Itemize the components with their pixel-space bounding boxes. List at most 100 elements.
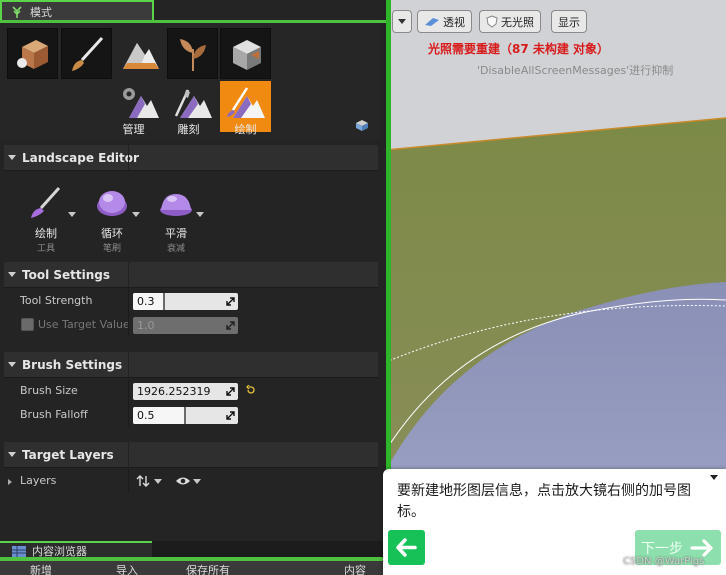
falloff-smooth[interactable]: 平滑 衰减 (150, 186, 202, 254)
circle-brush-icon (97, 191, 127, 216)
modes-panel: 模式 管理 雕刻 绘制 Landscape Editor 绘制 工具 循环 笔刷… (0, 0, 386, 575)
modes-tab[interactable]: 模式 (0, 0, 154, 22)
paint-tool-label: 绘制 (35, 227, 57, 240)
target-value-field[interactable]: 1.0 (133, 317, 238, 334)
mode-paint-label: 绘制 (234, 123, 257, 136)
paint-tool-icon (31, 186, 61, 218)
modes-tab-title: 模式 (30, 6, 52, 19)
brush-size-value: 1926.252319 (137, 385, 211, 398)
arrow-left-icon (396, 538, 417, 557)
landscape-paint-icon (227, 87, 265, 118)
collapse-arrow-icon (8, 155, 16, 160)
shield-icon (486, 15, 498, 28)
paint-tool-dropdown-icon[interactable] (68, 212, 76, 217)
perspective-label: 透视 (443, 15, 465, 29)
circle-brush-label: 循环 (101, 227, 123, 240)
brush-falloff-row: Brush Falloff 0.5 (4, 403, 378, 427)
place-actor-button[interactable] (7, 28, 58, 79)
viewport-options-button[interactable] (392, 10, 412, 33)
brush-type-circle[interactable]: 循环 笔刷 (86, 186, 138, 254)
landscape-mode-button[interactable] (114, 28, 165, 79)
landscape-sculpt-icon (174, 89, 212, 118)
tool-strength-label: Tool Strength (20, 294, 93, 307)
eye-icon[interactable] (175, 475, 191, 487)
landscape-editor-header[interactable]: Landscape Editor (4, 145, 378, 171)
foliage-button[interactable] (167, 28, 218, 79)
show-button[interactable]: 显示 (551, 10, 587, 33)
viewport-focus-border (386, 0, 391, 470)
brush-settings-header[interactable]: Brush Settings (4, 352, 378, 378)
sort-layers-icon[interactable] (136, 474, 150, 488)
tool-strength-field[interactable]: 0.3 (133, 293, 238, 310)
geometry-edit-button[interactable] (220, 28, 271, 79)
next-label: 下一步 (641, 540, 683, 557)
place-actor-icon (17, 40, 48, 69)
brush-falloff-label: Brush Falloff (20, 408, 88, 421)
tool-settings-title: Tool Settings (22, 267, 111, 282)
content-path-button[interactable]: 内容 (344, 562, 366, 575)
collapse-arrow-icon (8, 362, 16, 367)
visibility-dropdown-icon[interactable] (193, 479, 201, 484)
view-options-icon[interactable] (354, 118, 370, 132)
mode-toolbar: 管理 雕刻 绘制 (0, 23, 380, 139)
lighting-warning: 光照需要重建（87 未构建 对象） (428, 42, 610, 56)
brush-type-dropdown-icon[interactable] (132, 212, 140, 217)
mode-manage-label: 管理 (122, 123, 145, 136)
brush-tool-paint[interactable]: 绘制 工具 (20, 186, 72, 254)
paint-brush-icon (72, 36, 104, 71)
add-new-button[interactable]: 新增 (30, 562, 52, 575)
use-target-value-label: Use Target Value (38, 318, 130, 331)
collapse-arrow-icon (8, 272, 16, 277)
tool-strength-row: Tool Strength 0.3 (4, 289, 378, 313)
brush-size-label: Brush Size (20, 384, 78, 397)
layers-row: Layers (4, 469, 378, 493)
reset-to-default-icon[interactable] (246, 385, 256, 395)
brush-falloff-value: 0.5 (137, 409, 155, 422)
resize-arrows-icon (226, 411, 235, 420)
perspective-icon (425, 17, 439, 26)
smooth-falloff-label: 平滑 (165, 227, 187, 240)
save-all-button[interactable]: 保存所有 (186, 562, 230, 575)
import-button[interactable]: 导入 (116, 562, 138, 575)
perspective-button[interactable]: 透视 (417, 10, 472, 33)
foliage-icon (180, 39, 206, 71)
lighting-warning-hint: 'DisableAllScreenMessages'进行抑制 (477, 64, 674, 77)
content-browser-toolbar: 新增 导入 保存所有 内容 (0, 561, 386, 575)
paint-tool-sub: 工具 (36, 244, 55, 254)
collapse-arrow-icon (8, 452, 16, 457)
use-target-value-row: Use Target Value 1.0 (4, 313, 378, 337)
target-layers-header[interactable]: Target Layers (4, 442, 378, 468)
target-value-value: 1.0 (137, 319, 155, 332)
sort-dropdown-icon[interactable] (154, 479, 162, 484)
show-label: 显示 (558, 15, 580, 29)
lighting-mode-button[interactable]: 无光照 (479, 10, 541, 33)
brush-size-field[interactable]: 1926.252319 (133, 383, 238, 400)
landscape-editor-title: Landscape Editor (22, 150, 139, 165)
expand-arrow-icon[interactable] (8, 479, 12, 485)
tutorial-text: 要新建地形图层信息，点击放大镜右侧的加号图标。 (397, 483, 691, 520)
mesh-paint-button[interactable] (61, 28, 112, 79)
layers-label: Layers (20, 474, 57, 487)
tool-strength-value: 0.3 (137, 295, 155, 308)
resize-arrows-icon (226, 297, 235, 306)
brush-falloff-field[interactable]: 0.5 (133, 407, 238, 424)
geometry-edit-icon (233, 40, 261, 70)
smooth-falloff-icon (160, 194, 192, 216)
resize-arrows-icon (226, 387, 235, 396)
back-button[interactable] (388, 530, 425, 565)
circle-brush-sub: 笔刷 (102, 244, 121, 254)
chevron-down-icon[interactable] (710, 475, 718, 480)
falloff-dropdown-icon[interactable] (196, 212, 204, 217)
resize-arrows-icon (226, 321, 235, 330)
use-target-value-checkbox[interactable] (21, 318, 34, 331)
mode-sculpt-label: 雕刻 (177, 123, 200, 136)
brush-settings-title: Brush Settings (22, 357, 123, 372)
watermark: CSDN @WarPigs (623, 556, 705, 567)
landscape-mode-icon (123, 43, 159, 69)
modes-tab-icon (12, 6, 22, 18)
content-browser-icon (12, 545, 26, 557)
chevron-down-icon (398, 19, 406, 24)
brush-size-row: Brush Size 1926.252319 (4, 379, 378, 403)
tool-settings-header[interactable]: Tool Settings (4, 262, 378, 288)
landscape-manage-icon (123, 88, 159, 118)
